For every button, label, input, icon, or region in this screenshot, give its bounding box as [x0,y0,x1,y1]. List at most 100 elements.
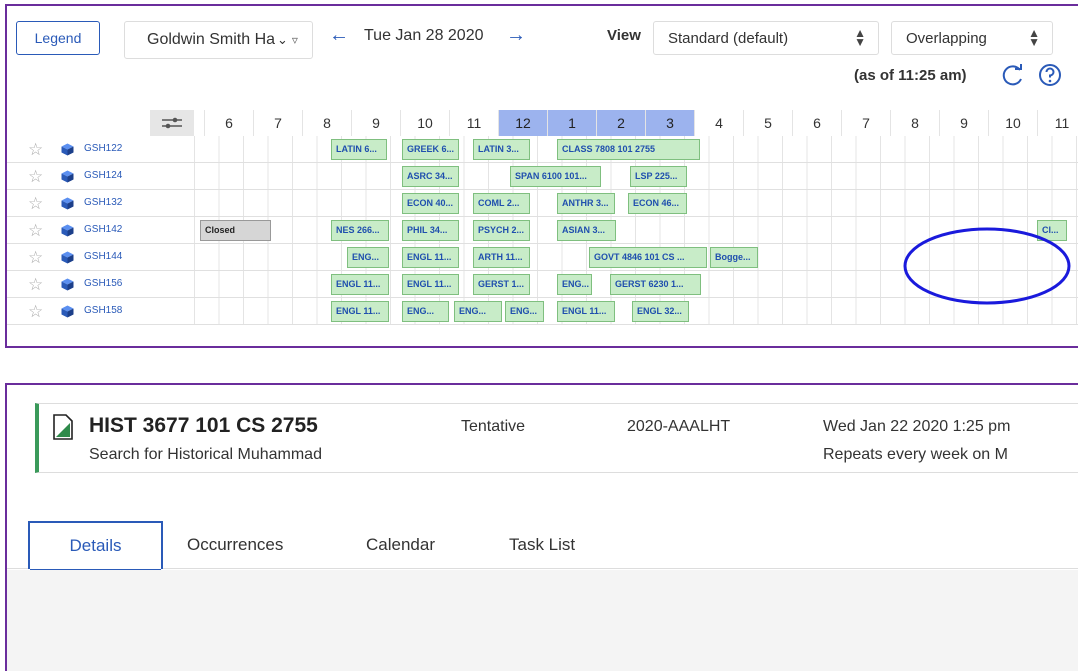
star-icon[interactable]: ☆ [28,194,43,214]
next-day-arrow-icon[interactable]: → [506,24,526,47]
view-label: View [607,27,641,44]
cube-icon [61,224,74,237]
chevron-down-icon: ⌄ [277,32,288,47]
event-block[interactable]: COML 2... [473,193,530,214]
help-icon[interactable] [1037,62,1063,88]
event-repeat: Repeats every week on M [823,446,1008,463]
tab-details[interactable]: Details [28,521,163,572]
refresh-icon[interactable] [1000,62,1026,88]
location-select[interactable]: Goldwin Smith Ha ⌄ ▿ [124,21,313,59]
room-row: ☆ GSH132 ECON 40... COML 2... ANTHR 3... ECON… [7,190,1078,217]
event-title: HIST 3677 101 CS 2755 [89,414,318,437]
event-reference: 2020-AAALHT [627,418,731,435]
event-block[interactable]: Closed [200,220,271,241]
hour-label: 6 [792,110,841,136]
location-value: Goldwin Smith Ha [147,31,275,48]
hour-label: 8 [890,110,939,136]
overlap-select-value: Overlapping [906,29,987,47]
event-block[interactable]: GOVT 4846 101 CS ... [589,247,707,268]
hour-label: 1 [547,110,596,136]
updown-chevron-icon: ▲ ▼ [854,26,866,49]
event-block[interactable]: LATIN 6... [331,139,387,160]
cube-icon [61,251,74,264]
event-block[interactable]: NES 266... [331,220,389,241]
event-block[interactable]: ENG... [402,301,449,322]
star-icon[interactable]: ☆ [28,275,43,295]
cube-icon [61,278,74,291]
event-state: Tentative [461,418,526,435]
hour-header: 6 7 8 9 10 11 12 1 2 3 4 5 6 7 8 9 10 11 [7,110,1078,136]
tab-task-list[interactable]: Task List [509,521,575,569]
event-block[interactable]: ECON 46... [628,193,687,214]
hour-label: 4 [694,110,743,136]
room-link[interactable]: GSH158 [84,305,122,316]
document-icon [53,414,73,440]
event-subtitle: Search for Historical Muhammad [89,446,322,463]
hour-label: 10 [400,110,449,136]
view-select-value: Standard (default) [668,29,789,47]
cube-icon [61,197,74,210]
event-block[interactable]: PHIL 34... [402,220,459,241]
event-block[interactable]: CLASS 7808 101 2755 [557,139,700,160]
event-block[interactable]: Bogge... [710,247,758,268]
event-block[interactable]: PSYCH 2... [473,220,530,241]
annotation-ellipse [903,227,1071,305]
room-link[interactable]: GSH132 [84,197,122,208]
detail-tabs: Details Occurrences Calendar Task List [7,521,1078,572]
event-block[interactable]: GREEK 6... [402,139,459,160]
star-icon[interactable]: ☆ [28,302,43,322]
event-block[interactable]: ENGL 11... [402,274,459,295]
sliders-icon[interactable] [150,110,194,136]
event-block[interactable]: ANTHR 3... [557,193,615,214]
hour-label: 8 [302,110,351,136]
overlap-select[interactable]: Overlapping ▲ ▼ [891,21,1053,55]
hour-label: 2 [596,110,645,136]
event-block[interactable]: ENG... [505,301,544,322]
event-block[interactable]: SPAN 6100 101... [510,166,601,187]
event-block[interactable]: ENGL 11... [331,301,389,322]
event-block[interactable]: ENGL 32... [632,301,689,322]
tab-calendar[interactable]: Calendar [366,521,435,569]
hour-label: 3 [645,110,694,136]
details-content [7,570,1078,671]
star-icon[interactable]: ☆ [28,248,43,268]
cube-icon [61,143,74,156]
hour-label: 9 [351,110,400,136]
star-icon[interactable]: ☆ [28,221,43,241]
room-link[interactable]: GSH156 [84,278,122,289]
event-block[interactable]: LSP 225... [630,166,687,187]
hour-label: 7 [253,110,302,136]
event-date-time: Wed Jan 22 2020 1:25 pm [823,418,1011,435]
room-row: ☆ GSH122 LATIN 6... GREEK 6... LATIN 3... CLA… [7,136,1078,163]
room-link[interactable]: GSH144 [84,251,122,262]
room-link[interactable]: GSH142 [84,224,122,235]
hour-label: 5 [743,110,792,136]
prev-day-arrow-icon[interactable]: ← [329,24,349,47]
cube-icon [61,170,74,183]
event-block[interactable]: LATIN 3... [473,139,530,160]
tab-occurrences[interactable]: Occurrences [187,521,283,569]
current-date: Tue Jan 28 2020 [364,27,484,44]
event-block[interactable]: ENGL 11... [557,301,615,322]
legend-button[interactable]: Legend [16,21,100,55]
event-block[interactable]: GERST 1... [473,274,530,295]
updown-chevron-icon: ▲ ▼ [1028,26,1040,49]
event-block[interactable]: ARTH 11... [473,247,530,268]
event-block[interactable]: ECON 40... [402,193,459,214]
event-block[interactable]: ENGL 11... [402,247,459,268]
event-block[interactable]: ENG... [557,274,592,295]
room-row: ☆ GSH124 ASRC 34... SPAN 6100 101... LSP 225… [7,163,1078,190]
as-of-time: (as of 11:25 am) [854,67,967,84]
event-block[interactable]: GERST 6230 1... [610,274,701,295]
event-block[interactable]: ENG... [347,247,389,268]
star-icon[interactable]: ☆ [28,140,43,160]
event-block[interactable]: ASRC 34... [402,166,459,187]
event-block[interactable]: ENGL 11... [331,274,389,295]
event-block[interactable]: ENG... [454,301,502,322]
filter-funnel-icon[interactable]: ▿ [292,33,298,47]
room-link[interactable]: GSH122 [84,143,122,154]
star-icon[interactable]: ☆ [28,167,43,187]
event-block[interactable]: ASIAN 3... [557,220,616,241]
view-select[interactable]: Standard (default) ▲ ▼ [653,21,879,55]
room-link[interactable]: GSH124 [84,170,122,181]
